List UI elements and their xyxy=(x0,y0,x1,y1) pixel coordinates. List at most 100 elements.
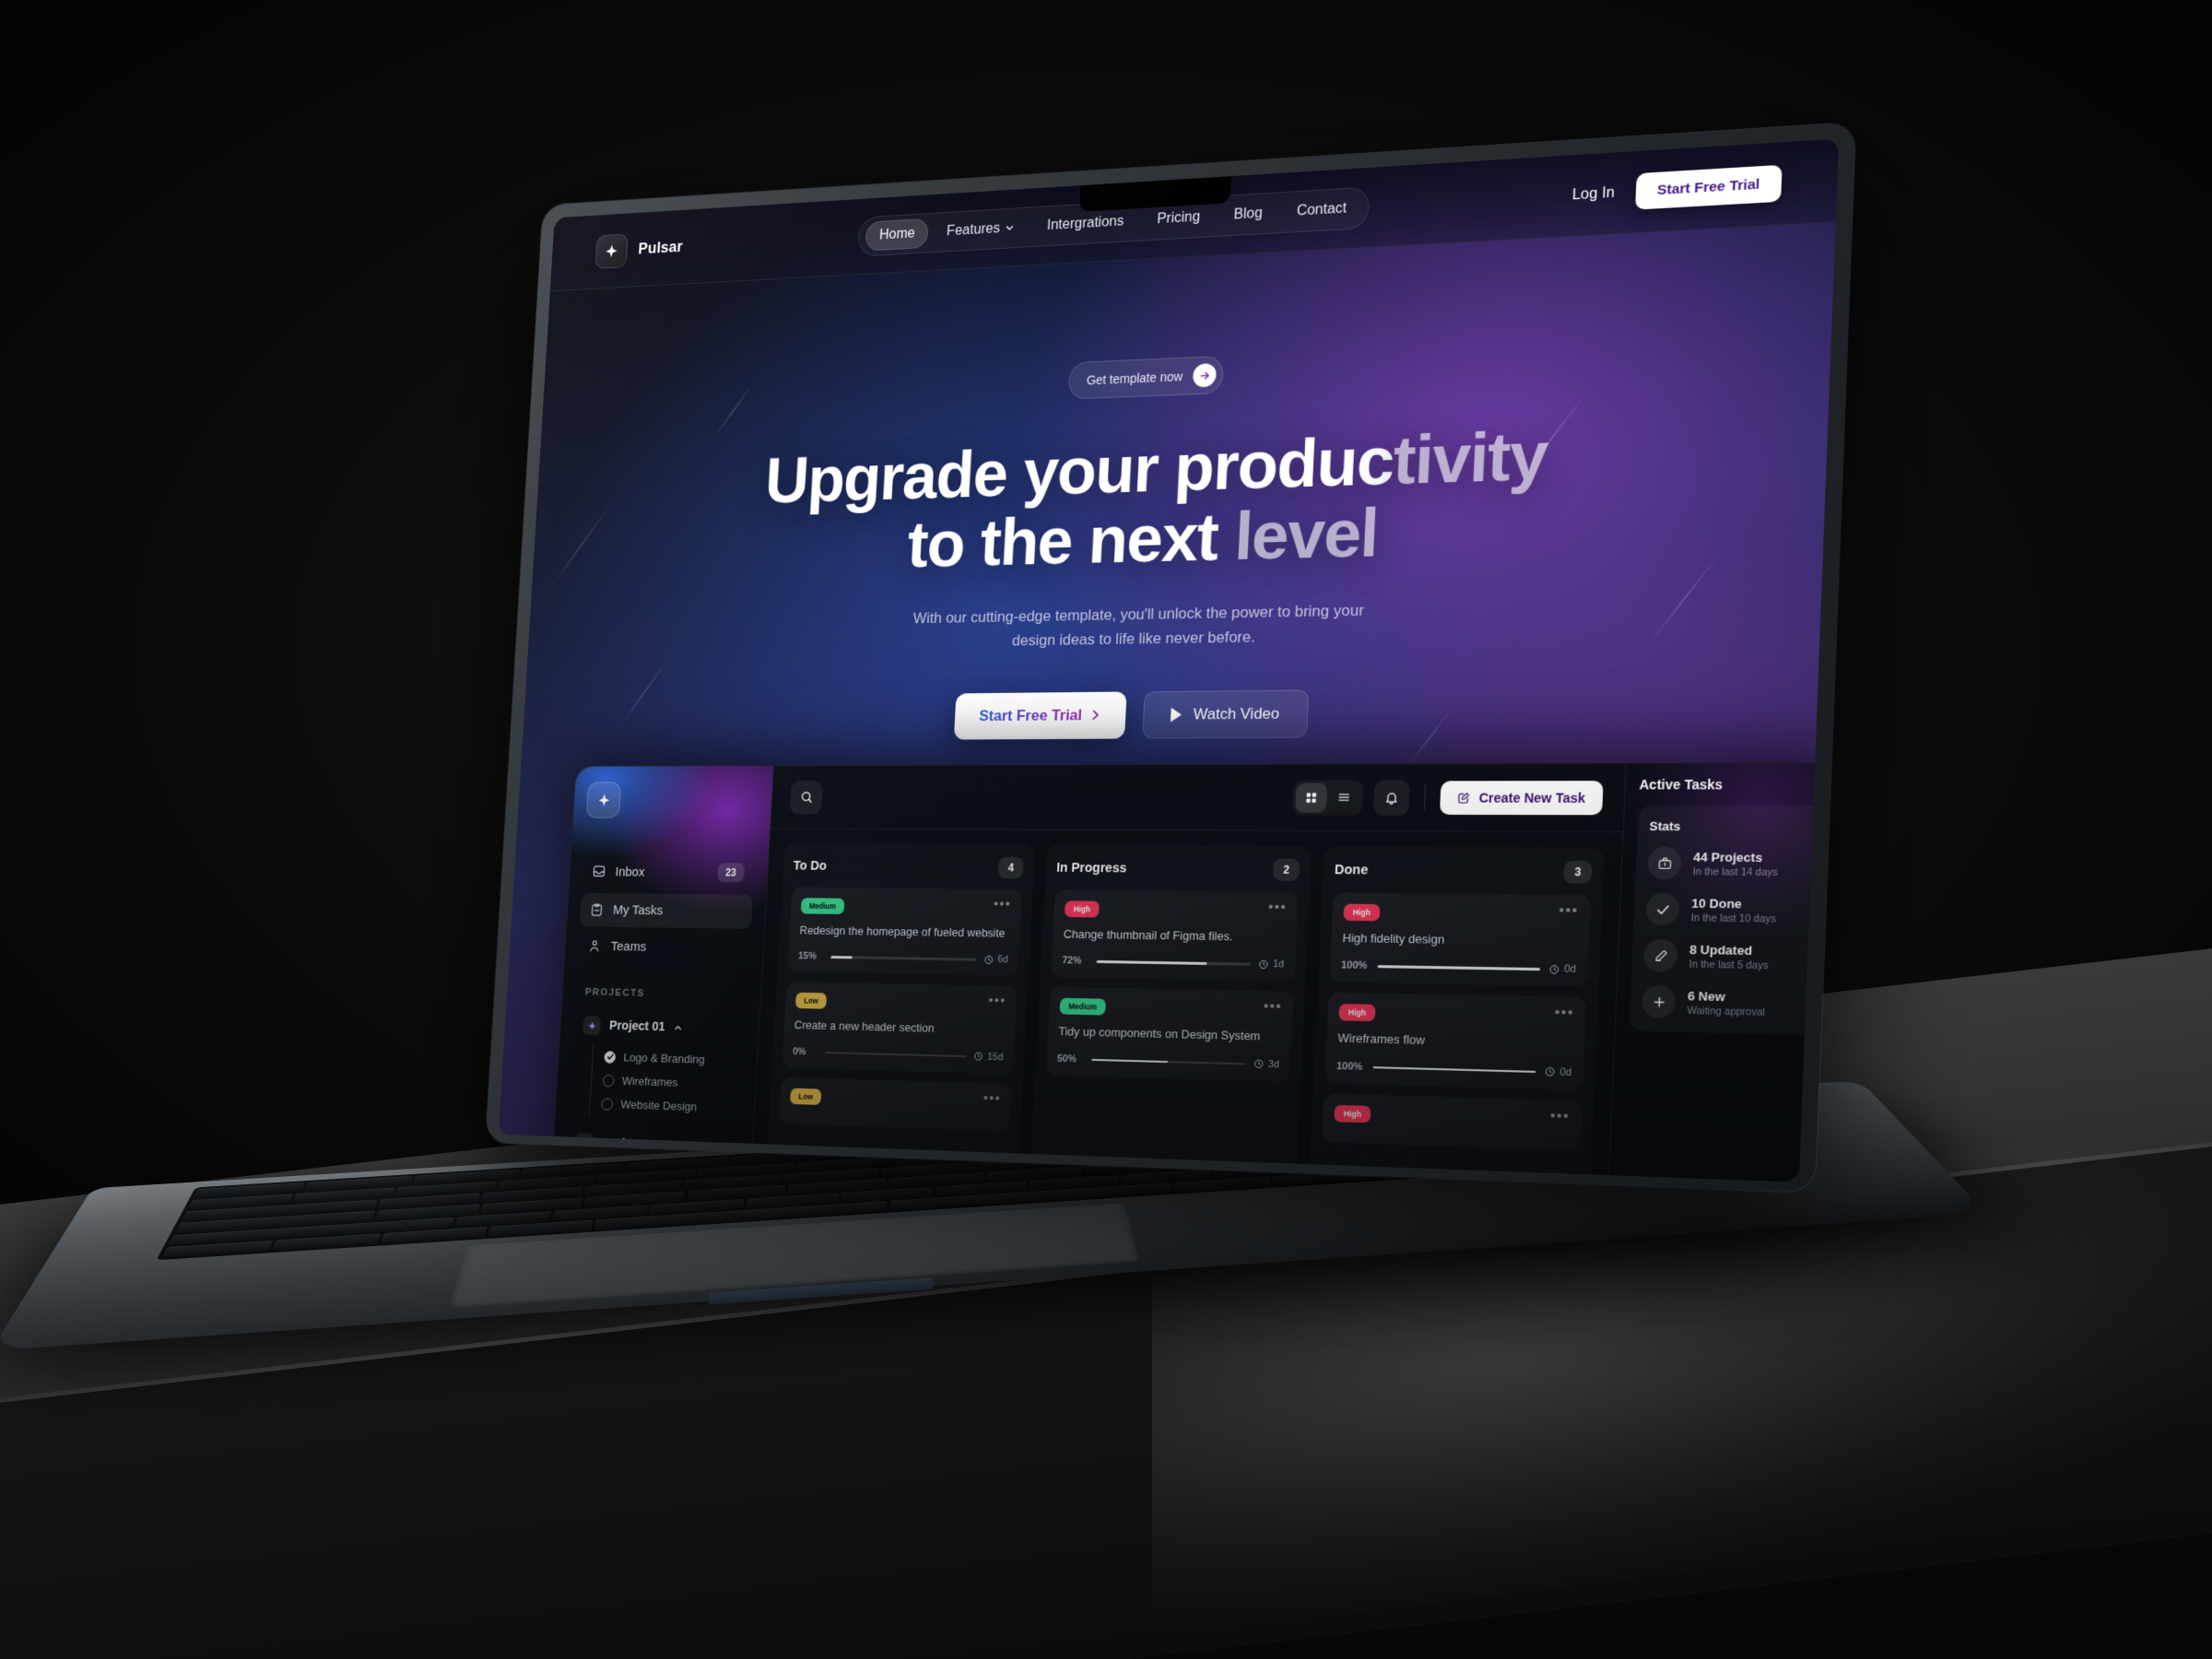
project-icon xyxy=(582,1016,601,1035)
task-card-footer: 100% 0d xyxy=(1341,960,1576,976)
sidebar-item-inbox[interactable]: Inbox 23 xyxy=(582,853,755,892)
task-card-footer: 50% 3d xyxy=(1057,1053,1280,1071)
kanban-column-done: Done 3 High ••• High fidelity design 100… xyxy=(1305,846,1605,1182)
task-card[interactable]: Low ••• xyxy=(779,1077,1012,1132)
task-due: 0d xyxy=(1548,964,1576,976)
kanban-board: To Do 4 Medium ••• Redesign the homepage… xyxy=(747,829,1623,1182)
task-menu-icon[interactable]: ••• xyxy=(988,997,1006,1006)
task-due: 15d xyxy=(973,1051,1004,1063)
task-menu-icon[interactable]: ••• xyxy=(1559,906,1579,915)
column-header: To Do 4 xyxy=(793,855,1024,878)
sidebar-item-label: My Tasks xyxy=(613,902,743,919)
task-due: 3d xyxy=(1253,1058,1280,1070)
task-due-label: 3d xyxy=(1268,1059,1280,1070)
search-button[interactable] xyxy=(790,781,823,814)
search-icon xyxy=(799,790,814,805)
users-icon xyxy=(587,938,602,953)
subtask-label: Website Design xyxy=(620,1098,697,1113)
nav-link-home[interactable]: Home xyxy=(865,218,929,251)
subtask-label: Wireframes xyxy=(622,1074,678,1088)
task-menu-icon[interactable]: ••• xyxy=(1264,1003,1283,1012)
priority-badge: Medium xyxy=(1059,998,1106,1016)
play-icon xyxy=(1171,708,1182,723)
task-progress-bar xyxy=(1377,965,1540,971)
get-template-label: Get template now xyxy=(1087,369,1183,387)
project-01-subtasks: Logo & Branding Wireframes Website Desig… xyxy=(589,1044,745,1120)
kanban-column-todo: To Do 4 Medium ••• Redesign the homepage… xyxy=(762,843,1035,1182)
subtask-item[interactable]: Website Design xyxy=(601,1092,742,1121)
hero-start-free-trial-button[interactable]: Start Free Trial xyxy=(954,691,1127,739)
task-progress-percent: 72% xyxy=(1062,956,1088,967)
task-card[interactable]: High ••• Wireframes flow 100% 0d xyxy=(1324,993,1586,1090)
column-title: Done xyxy=(1335,863,1565,879)
laptop-screen: Pulsar Home Features Intergrations Prici… xyxy=(499,138,1839,1182)
nav-link-label: Blog xyxy=(1233,206,1263,223)
task-card-header: Low ••• xyxy=(790,1088,1001,1111)
nav-link-blog[interactable]: Blog xyxy=(1218,197,1277,231)
column-count: 2 xyxy=(1273,859,1300,881)
task-card[interactable]: Medium ••• Tidy up components on Design … xyxy=(1046,987,1294,1082)
clock-icon xyxy=(973,1052,983,1062)
radio-icon xyxy=(601,1098,613,1111)
sparkle-icon xyxy=(594,233,628,268)
priority-badge: Medium xyxy=(801,898,845,914)
edit-square-icon xyxy=(1457,791,1471,804)
task-due-label: 0d xyxy=(1559,1066,1571,1078)
clock-icon xyxy=(1548,964,1559,975)
task-card[interactable]: High ••• High fidelity design 100% 0d xyxy=(1329,892,1591,987)
webpage: Pulsar Home Features Intergrations Prici… xyxy=(499,138,1839,1182)
notifications-button[interactable] xyxy=(1373,780,1410,816)
nav-link-features[interactable]: Features xyxy=(933,212,1030,247)
kanban-column-in-progress: In Progress 2 High ••• Change thumbnail … xyxy=(1026,844,1312,1182)
task-due-label: 6d xyxy=(997,955,1008,966)
task-card[interactable]: High ••• xyxy=(1322,1093,1582,1151)
grid-view-button[interactable] xyxy=(1295,782,1327,812)
clipboard-icon xyxy=(590,902,605,917)
headline-line1-faded: tivity xyxy=(1392,417,1548,499)
task-progress-percent: 0% xyxy=(793,1046,818,1057)
get-template-pill[interactable]: Get template now xyxy=(1067,356,1224,400)
list-view-icon xyxy=(1337,791,1352,805)
task-menu-icon[interactable]: ••• xyxy=(983,1094,1001,1102)
task-due: 0d xyxy=(1544,1066,1571,1078)
app-main: Create New Task To Do 4 Medium ••• Redes… xyxy=(747,763,1626,1182)
list-view-button[interactable] xyxy=(1328,782,1361,812)
task-title: Change thumbnail of Figma files. xyxy=(1063,926,1286,947)
task-card[interactable]: Medium ••• Redesign the homepage of fuel… xyxy=(787,888,1022,977)
brand[interactable]: Pulsar xyxy=(594,229,683,268)
sidebar-item-teams[interactable]: Teams xyxy=(577,929,750,966)
active-tasks-title: Active Tasks xyxy=(1639,777,1839,793)
task-card[interactable]: High ••• Change thumbnail of Figma files… xyxy=(1051,889,1299,982)
hero-watch-video-button[interactable]: Watch Video xyxy=(1143,689,1310,738)
stat-subtitle: In the last 5 days xyxy=(1688,959,1768,971)
login-link[interactable]: Log In xyxy=(1571,184,1615,204)
create-new-task-button[interactable]: Create New Task xyxy=(1440,781,1604,815)
column-title: In Progress xyxy=(1056,861,1274,877)
stat-row-projects: 44 Projects In the last 14 days xyxy=(1647,847,1825,881)
stat-row-done: 10 Done In the last 10 days xyxy=(1645,893,1823,928)
task-card[interactable]: Low ••• Create a new header section 0% 1… xyxy=(782,982,1017,1074)
priority-badge: High xyxy=(1343,904,1380,922)
task-menu-icon[interactable]: ••• xyxy=(1550,1112,1571,1121)
task-progress-bar xyxy=(1372,1066,1535,1073)
task-due-label: 1d xyxy=(1273,959,1285,971)
stat-value: 44 Projects xyxy=(1693,850,1779,865)
task-due-label: 15d xyxy=(987,1052,1004,1063)
project-row-01[interactable]: Project 01 xyxy=(572,1009,746,1045)
start-free-trial-button[interactable]: Start Free Trial xyxy=(1635,165,1783,210)
task-progress-bar xyxy=(1097,960,1251,965)
task-menu-icon[interactable]: ••• xyxy=(1555,1008,1575,1018)
nav-link-label: Home xyxy=(879,226,915,243)
task-menu-icon[interactable]: ••• xyxy=(1268,903,1288,912)
nav-link-contact[interactable]: Contact xyxy=(1281,192,1361,227)
task-menu-icon[interactable]: ••• xyxy=(994,900,1011,908)
sidebar-item-label: Inbox xyxy=(615,865,708,880)
bell-icon xyxy=(1383,790,1399,805)
task-title: Create a new header section xyxy=(794,1018,1005,1039)
column-header: Done 3 xyxy=(1334,859,1592,884)
sidebar-item-my-tasks[interactable]: My Tasks xyxy=(580,893,753,929)
check-icon xyxy=(604,1051,616,1064)
arrow-right-icon xyxy=(1193,363,1217,387)
sidebar-content: Inbox 23 My Tasks Teams PROJECTS Project… xyxy=(566,782,759,1164)
app-preview-window: Inbox 23 My Tasks Teams PROJECTS Project… xyxy=(547,762,1839,1182)
